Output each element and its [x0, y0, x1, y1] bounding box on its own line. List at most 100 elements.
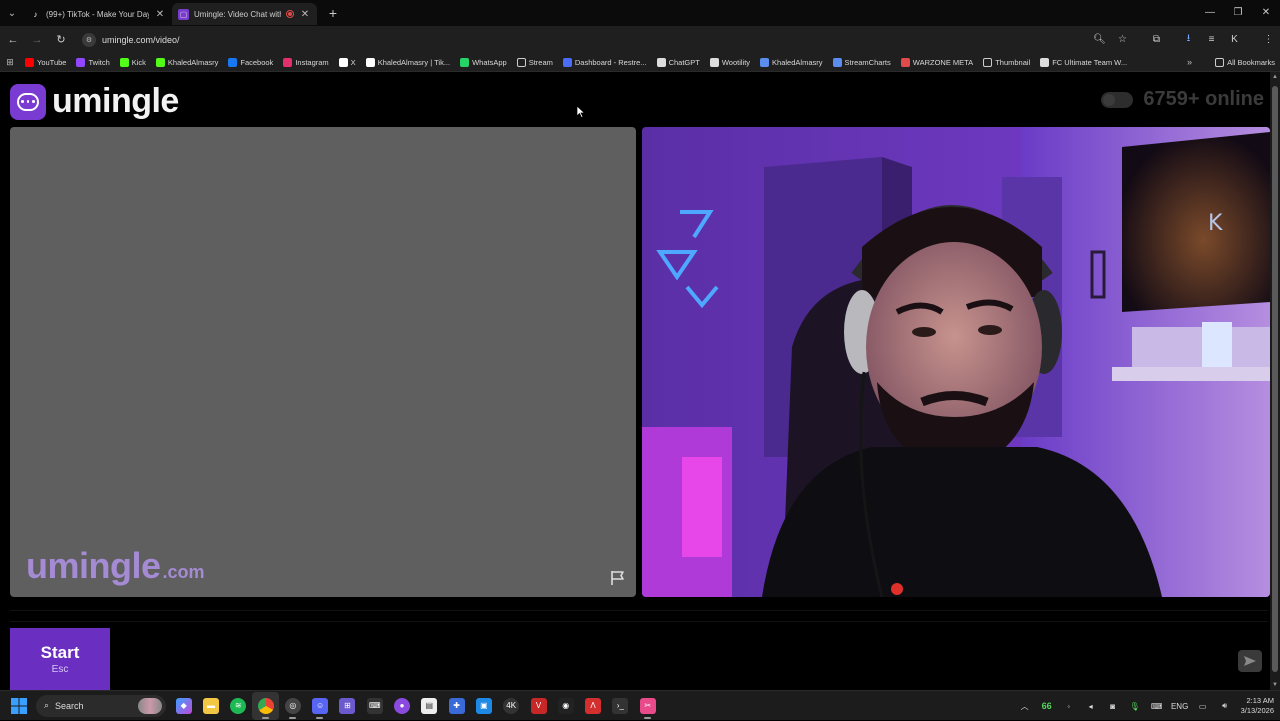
more-bookmarks-chevron-icon[interactable]: »: [1187, 57, 1192, 67]
volume-icon[interactable]: 🔊︎: [1215, 701, 1235, 711]
umingle-icon: ▢: [178, 8, 189, 20]
bookmark-item[interactable]: Twitch: [71, 53, 114, 71]
apps-grid-icon[interactable]: ⊞: [0, 57, 20, 68]
bookmark-item[interactable]: Kick: [115, 53, 151, 71]
bookmark-label: Stream: [528, 57, 553, 67]
bookmark-item[interactable]: Facebook: [223, 53, 278, 71]
whatsapp-icon: [460, 57, 470, 67]
game-controller-icon[interactable]: ✚: [443, 692, 470, 720]
bookmark-star-icon[interactable]: ☆: [1112, 29, 1134, 51]
media-controls-icon[interactable]: ≡: [1201, 29, 1223, 51]
facebook-icon: [228, 57, 238, 67]
bookmark-item[interactable]: Thumbnail: [978, 53, 1035, 71]
bookmark-item[interactable]: Stream: [512, 53, 558, 71]
all-bookmarks[interactable]: All Bookmarks: [1210, 53, 1280, 71]
send-message-icon[interactable]: [1238, 650, 1262, 672]
close-window-icon[interactable]: ✕: [1252, 0, 1280, 24]
forward-icon[interactable]: →: [26, 29, 48, 51]
bookmark-item[interactable]: StreamCharts: [828, 53, 896, 71]
report-flag-icon[interactable]: [608, 569, 628, 587]
tab-umingle[interactable]: ▢ Umingle: Video Chat with S ✕: [172, 3, 317, 25]
valorant-icon[interactable]: V: [525, 692, 552, 720]
warzone-icon: [900, 57, 910, 67]
file-explorer-icon[interactable]: ▬: [197, 692, 224, 720]
tray-overflow-chevron-icon[interactable]: ︿: [1015, 701, 1035, 712]
close-icon[interactable]: ✕: [299, 9, 311, 20]
tab-strip: ⌄ ♪ (99+) TikTok - Make Your Day ✕ ▢ Umi…: [0, 0, 1280, 26]
windows-start-icon[interactable]: [4, 691, 34, 721]
4k-app-icon[interactable]: 4K: [498, 692, 525, 720]
minimize-icon[interactable]: —: [1196, 0, 1224, 24]
scroll-up-icon[interactable]: ▲: [1270, 72, 1280, 82]
bookmark-item[interactable]: Instagram: [278, 53, 333, 71]
extensions-icon[interactable]: ⧉: [1146, 29, 1168, 51]
bookmark-item[interactable]: X: [334, 53, 361, 71]
controller-tray-icon[interactable]: ◙: [1103, 702, 1123, 711]
downloads-icon[interactable]: ⭳: [1178, 29, 1200, 51]
restore-icon[interactable]: ❐: [1224, 0, 1252, 24]
watermark-domain: .com: [162, 562, 205, 582]
reload-icon[interactable]: ↻: [50, 29, 72, 51]
tab-search-chevron-icon[interactable]: ⌄: [0, 1, 24, 25]
bookmark-item[interactable]: Dashboard - Restre...: [558, 53, 652, 71]
bookmark-item[interactable]: YouTube: [20, 53, 71, 71]
new-tab-button[interactable]: +: [323, 3, 343, 23]
back-icon[interactable]: ←: [2, 29, 24, 51]
bookmark-label: WARZONE META: [912, 57, 974, 67]
close-icon[interactable]: ✕: [154, 9, 166, 20]
site-info-icon[interactable]: ⚙: [82, 32, 96, 47]
bookmark-item[interactable]: KhaledAlmasry: [755, 53, 827, 71]
tab-title: Umingle: Video Chat with S: [194, 9, 281, 19]
tray-app-icon[interactable]: ◦: [1059, 702, 1079, 711]
scroll-down-icon[interactable]: ▼: [1270, 680, 1280, 690]
video-watermark: umingle .com: [26, 545, 205, 587]
red-app-icon[interactable]: Λ: [579, 692, 606, 720]
address-bar[interactable]: ⚙ umingle.com/video/: [78, 30, 1128, 50]
app-grid-icon[interactable]: ⊞: [334, 692, 361, 720]
copilot-icon[interactable]: ◆: [170, 692, 197, 720]
bookmark-item[interactable]: KhaledAlmasry | Tik...: [361, 53, 455, 71]
bookmark-item[interactable]: ChatGPT: [652, 53, 705, 71]
tab-tiktok[interactable]: ♪ (99+) TikTok - Make Your Day ✕: [24, 3, 172, 25]
tray-counter[interactable]: 66: [1037, 701, 1057, 711]
page-content: umingle 6759+ online umingle .com K Star…: [0, 72, 1270, 690]
bookmark-item[interactable]: KhaledAlmasry: [151, 53, 223, 71]
page-scrollbar[interactable]: ▲ ▼: [1270, 72, 1280, 690]
fc-icon: [1040, 57, 1050, 67]
tab-title: (99+) TikTok - Make Your Day: [46, 9, 149, 19]
taskbar-search[interactable]: ⌕ Search: [36, 694, 166, 717]
keyboard-tray-icon[interactable]: ⌨: [1147, 702, 1167, 711]
microphone-icon[interactable]: 🎙︎: [1125, 702, 1145, 711]
obs-icon[interactable]: ◎: [279, 692, 306, 720]
zoom-icon[interactable]: 🔍︎: [1089, 29, 1111, 51]
bookmark-item[interactable]: Wootility: [705, 53, 755, 71]
notes-app-icon[interactable]: ▤: [416, 692, 443, 720]
bookmark-item[interactable]: WARZONE META: [896, 53, 978, 71]
brand[interactable]: umingle: [10, 82, 179, 121]
store-icon[interactable]: ▣: [470, 692, 497, 720]
purple-app-icon[interactable]: ●: [388, 692, 415, 720]
start-button[interactable]: Start Esc: [10, 628, 110, 690]
bookmark-label: KhaledAlmasry | Tik...: [377, 57, 451, 67]
scrollbar-thumb[interactable]: [1272, 86, 1278, 672]
discord-icon[interactable]: ☺: [306, 692, 333, 720]
terminal-icon[interactable]: ›_: [607, 692, 634, 720]
steam-icon[interactable]: ◉: [552, 692, 579, 720]
bookmark-label: FC Ultimate Team W...: [1052, 57, 1128, 67]
bookmark-item[interactable]: FC Ultimate Team W...: [1035, 53, 1132, 71]
capcut-icon[interactable]: ✂: [634, 692, 661, 720]
language-indicator[interactable]: ENG: [1169, 702, 1191, 711]
profile-icon[interactable]: K: [1224, 29, 1246, 51]
chrome-icon[interactable]: [251, 691, 280, 720]
taskbar-clock[interactable]: 2:13 AM 3/13/2026: [1241, 696, 1274, 716]
menu-kebab-icon[interactable]: ⋮: [1258, 29, 1280, 51]
online-toggle[interactable]: [1101, 91, 1134, 108]
folder-icon: [983, 57, 993, 67]
keyboard-app-icon[interactable]: ⌨: [361, 692, 388, 720]
network-icon[interactable]: ▭: [1193, 702, 1213, 711]
bookmark-label: Kick: [131, 57, 146, 67]
spotify-icon[interactable]: ≋: [225, 692, 252, 720]
bookmark-item[interactable]: WhatsApp: [455, 53, 512, 71]
tray-app-icon[interactable]: ◂: [1081, 702, 1101, 711]
x-icon: [338, 57, 348, 67]
